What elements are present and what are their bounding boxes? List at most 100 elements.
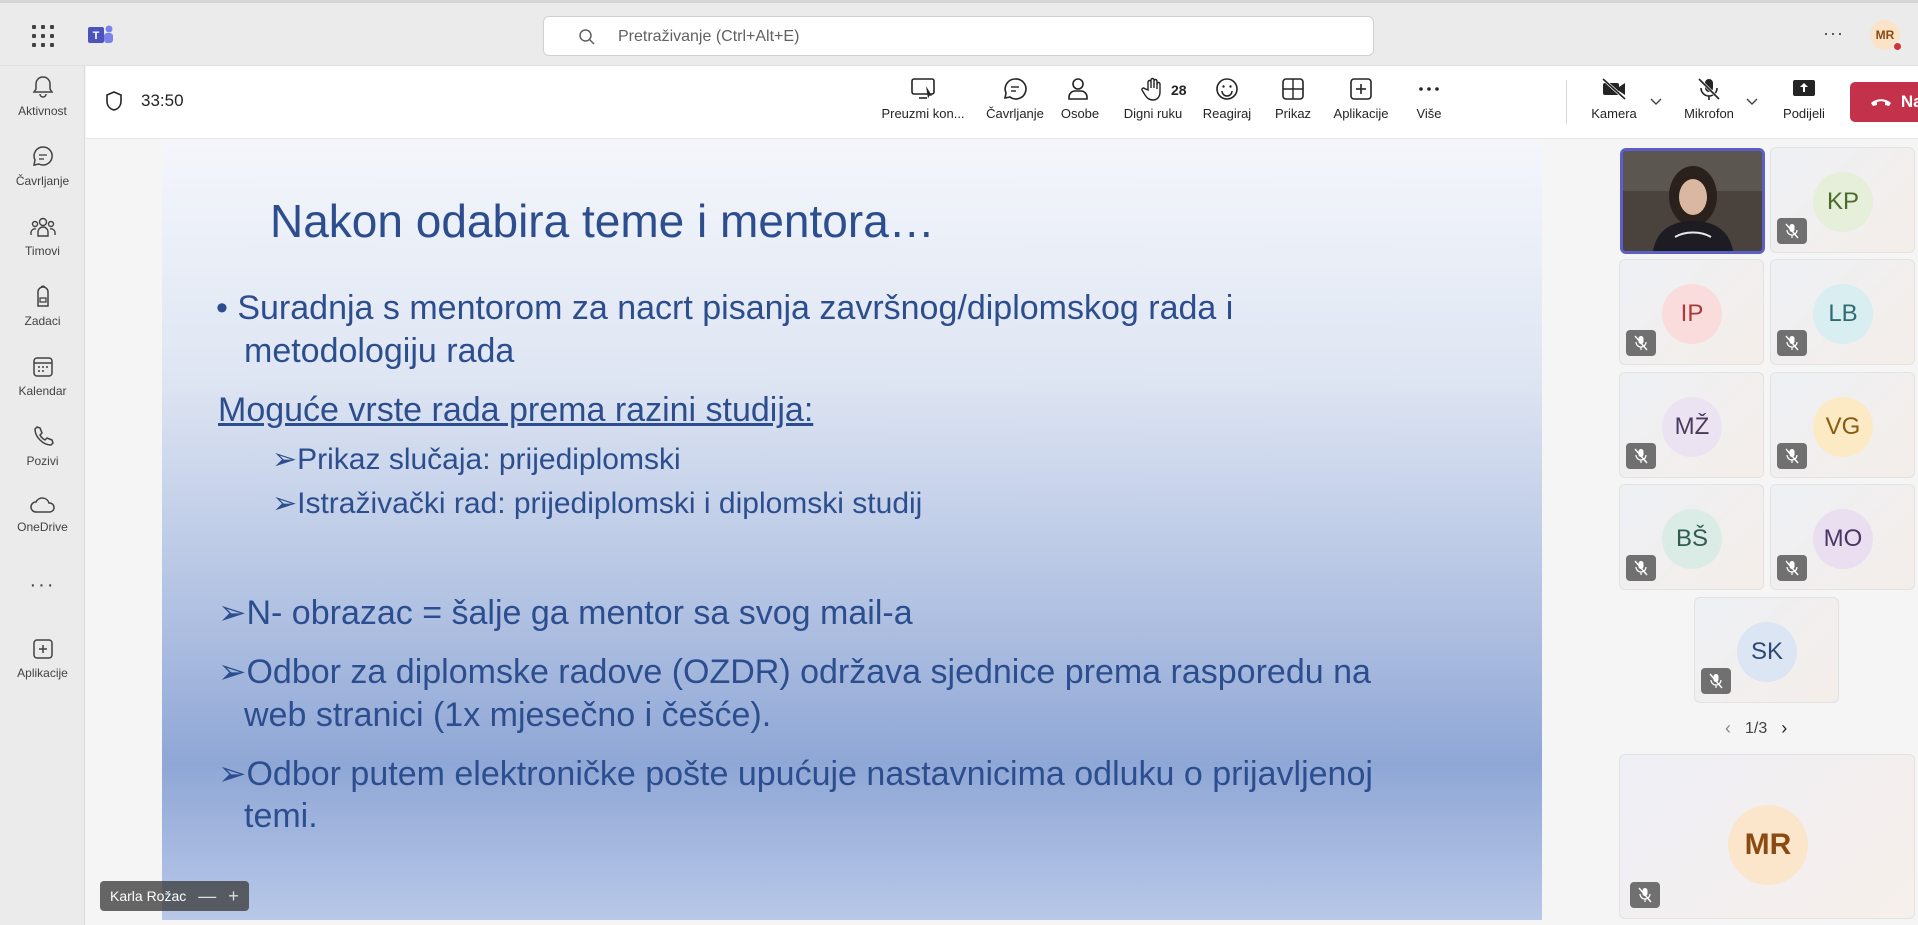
muted-mic-icon: [1777, 218, 1807, 244]
more-label: Više: [1416, 106, 1442, 121]
presenter-name: Karla Rožac: [110, 888, 187, 904]
add-apps-icon: [32, 639, 53, 659]
participant-tile[interactable]: BŠ: [1619, 484, 1764, 590]
title-bar: T Pretraživanje (Ctrl+Alt+E) ··· MR: [0, 0, 1918, 66]
participant-avatar: KP: [1813, 172, 1873, 232]
participant-video: [1623, 151, 1762, 251]
camera-off-icon: [1601, 77, 1627, 101]
participant-tile[interactable]: KP: [1770, 147, 1915, 253]
participant-avatar: MO: [1813, 509, 1873, 569]
mic-off-icon: [1697, 77, 1721, 101]
more-button[interactable]: Više: [1406, 76, 1452, 132]
apps-button[interactable]: Aplikacije: [1326, 76, 1396, 132]
teams-icon: [29, 217, 56, 237]
muted-mic-icon: [1777, 443, 1807, 469]
cloud-icon: [29, 497, 55, 513]
muted-mic-icon: [1626, 555, 1656, 581]
people-icon: [1068, 78, 1088, 100]
camera-button[interactable]: Kamera: [1586, 76, 1642, 132]
people-label: Osobe: [1060, 106, 1100, 121]
rail-item-assignments[interactable]: Zadaci: [0, 284, 85, 344]
chevron-right-icon[interactable]: ›: [1781, 718, 1787, 739]
rail-item-label: OneDrive: [17, 520, 68, 534]
muted-mic-icon: [1777, 330, 1807, 356]
search-input[interactable]: Pretraživanje (Ctrl+Alt+E): [543, 16, 1374, 56]
svg-text:T: T: [93, 30, 100, 42]
mic-options-chevron-down-icon[interactable]: [1745, 94, 1759, 108]
mic-button[interactable]: Mikrofon: [1676, 76, 1742, 132]
rail-item-label: Pozivi: [26, 454, 59, 468]
more-apps-icon[interactable]: ···: [0, 574, 85, 597]
self-avatar: MR: [1728, 805, 1808, 885]
raise-hand-label: Digni ruku: [1123, 106, 1183, 121]
zoom-out-icon[interactable]: —: [198, 886, 216, 907]
muted-mic-icon: [1630, 882, 1660, 908]
rail-item-chat[interactable]: Čavrljanje: [0, 144, 85, 204]
rail-item-label: Čavrljanje: [15, 174, 70, 188]
leave-button[interactable]: Napusti: [1850, 82, 1918, 122]
muted-mic-icon: [1701, 668, 1731, 694]
rail-item-calls[interactable]: Pozivi: [0, 424, 85, 484]
slide-bullet-1-cont: metodologiju rada: [244, 332, 515, 370]
participant-tile[interactable]: LB: [1770, 259, 1915, 365]
take-control-button[interactable]: Preuzmi kon...: [880, 76, 966, 132]
muted-mic-icon: [1626, 443, 1656, 469]
rail-item-calendar[interactable]: Kalendar: [0, 354, 85, 414]
search-placeholder: Pretraživanje (Ctrl+Alt+E): [618, 28, 800, 45]
self-view-tile[interactable]: MR: [1619, 754, 1915, 919]
avatar-initials: MR: [1875, 28, 1895, 42]
participant-tile[interactable]: MŽ: [1619, 372, 1764, 478]
avatar[interactable]: MR: [1870, 20, 1903, 52]
rail-item-apps[interactable]: Aplikacije: [0, 636, 85, 696]
chat-icon: [1003, 78, 1027, 100]
participant-tile[interactable]: IP: [1619, 259, 1764, 365]
app-rail: Aktivnost Čavrljanje Timovi Zadaci Kalen…: [0, 66, 85, 925]
add-apps-icon: [1350, 78, 1372, 100]
apps-label: Aplikacije: [1333, 106, 1389, 121]
shield-icon[interactable]: [104, 90, 124, 112]
phone-icon: [33, 426, 54, 446]
muted-mic-icon: [1777, 555, 1807, 581]
emoji-icon: [1216, 78, 1238, 100]
slide-point-2-cont: web stranici (1x mjesečno i češće).: [244, 696, 772, 734]
participant-tile[interactable]: MO: [1770, 484, 1915, 590]
chat-label: Čavrljanje: [986, 106, 1044, 121]
chat-button[interactable]: Čavrljanje: [980, 76, 1050, 132]
toolbar-divider: [1566, 80, 1567, 124]
more-options-icon[interactable]: ···: [1823, 23, 1844, 44]
gallery-pager: ‹ 1/3 ›: [1725, 718, 1787, 739]
screen-pointer-icon: [911, 78, 935, 99]
app-launcher-icon[interactable]: [32, 25, 54, 47]
hang-up-icon: [1870, 99, 1891, 106]
rail-item-activity[interactable]: Aktivnost: [0, 74, 85, 134]
raise-hand-button[interactable]: Digni ruku: [1117, 76, 1189, 132]
meeting-toolbar: 33:50 Preuzmi kon... Čavrljanje Osobe 28…: [86, 66, 1918, 139]
participant-tile[interactable]: SK: [1694, 597, 1839, 703]
share-button[interactable]: Podijeli: [1776, 76, 1832, 132]
camera-options-chevron-down-icon[interactable]: [1649, 94, 1663, 108]
participant-avatar: SK: [1737, 622, 1797, 682]
people-button[interactable]: Osobe: [1052, 76, 1108, 132]
participant-avatar: BŠ: [1662, 509, 1722, 569]
rail-item-onedrive[interactable]: OneDrive: [0, 494, 85, 554]
zoom-in-icon[interactable]: +: [228, 886, 239, 907]
slide-bullet-1: • Suradnja s mentorom za nacrt pisanja z…: [216, 289, 1234, 327]
muted-mic-icon: [1626, 330, 1656, 356]
participant-avatar: VG: [1813, 397, 1873, 457]
slide-title: Nakon odabira teme i mentora…: [270, 195, 935, 247]
rail-item-label: Aktivnost: [18, 104, 67, 118]
rail-item-teams[interactable]: Timovi: [0, 214, 85, 274]
more-icon: [1419, 87, 1439, 91]
participant-tile[interactable]: VG: [1770, 372, 1915, 478]
hand-icon: [1141, 77, 1161, 101]
chevron-left-icon[interactable]: ‹: [1725, 718, 1731, 739]
presenter-name-tag: Karla Rožac — +: [100, 881, 249, 911]
react-button[interactable]: Reagiraj: [1197, 76, 1257, 132]
mic-label: Mikrofon: [1684, 106, 1734, 121]
participant-video-tile[interactable]: [1620, 148, 1765, 254]
slide-point-3: ➢Odbor putem elektroničke pošte upućuje …: [218, 755, 1373, 793]
participant-avatar: MŽ: [1662, 397, 1722, 457]
leave-label: Napusti: [1900, 92, 1918, 111]
view-button[interactable]: Prikaz: [1266, 76, 1320, 132]
camera-label: Kamera: [1591, 106, 1637, 121]
